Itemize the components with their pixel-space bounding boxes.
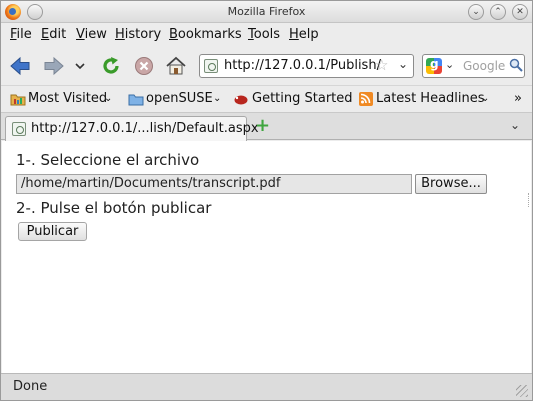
- search-icon[interactable]: [509, 58, 523, 72]
- opensuse-folder-icon: [128, 94, 144, 106]
- publish-button[interactable]: Publicar: [18, 222, 87, 241]
- url-bar[interactable]: http://127.0.0.1/Publish/ ☆ ⌄: [199, 54, 414, 78]
- close-window-button[interactable]: ✕: [512, 4, 528, 20]
- page-content: 1-. Seleccione el archivo /home/martin/D…: [2, 141, 531, 373]
- resize-grip-icon[interactable]: [516, 385, 528, 397]
- title-bar: Mozilla Firefox ⌄ ⌃ ✕: [1, 1, 532, 23]
- new-tab-plus-icon[interactable]: +: [255, 117, 270, 135]
- browser-window: Mozilla Firefox ⌄ ⌃ ✕ File Edit View His…: [0, 0, 533, 401]
- bookmark-star-icon[interactable]: ☆: [375, 56, 388, 74]
- url-text[interactable]: http://127.0.0.1/Publish/: [224, 58, 381, 73]
- menu-file[interactable]: File: [10, 27, 32, 42]
- back-arrow-icon[interactable]: [9, 55, 31, 77]
- search-bar[interactable]: ⌄ Google: [422, 54, 525, 78]
- search-engine-dropdown-icon[interactable]: ⌄: [445, 58, 454, 71]
- bookmarks-overflow-button[interactable]: »: [514, 91, 522, 106]
- tab-bar: http://127.0.0.1/...lish/Default.aspx + …: [1, 112, 532, 141]
- bookmarks-toolbar: Most Visited ⌄ openSUSE ⌄ Getting Starte…: [1, 85, 532, 111]
- reload-icon[interactable]: [100, 55, 122, 77]
- most-visited-folder-icon: [10, 94, 26, 106]
- maximize-button[interactable]: ⌃: [490, 4, 506, 20]
- status-text: Done: [13, 379, 48, 394]
- stop-icon[interactable]: [133, 55, 155, 77]
- minimize-button[interactable]: ⌄: [468, 4, 484, 20]
- menu-edit[interactable]: Edit: [41, 27, 66, 42]
- menu-bookmarks[interactable]: Bookmarks: [169, 27, 242, 42]
- history-dropdown-icon[interactable]: [73, 55, 87, 77]
- opensuse-dropdown-icon[interactable]: ⌄: [213, 93, 221, 104]
- tab-list-dropdown-icon[interactable]: ⌄: [510, 118, 520, 132]
- tab-favicon-icon: [12, 122, 26, 136]
- navigation-toolbar: http://127.0.0.1/Publish/ ☆ ⌄ ⌄ Google: [1, 47, 532, 83]
- most-visited-dropdown-icon[interactable]: ⌄: [104, 93, 112, 104]
- bookmark-getting-started[interactable]: Getting Started: [252, 91, 353, 106]
- rss-feed-icon: [359, 92, 373, 106]
- tab-default-aspx[interactable]: http://127.0.0.1/...lish/Default.aspx: [5, 116, 259, 141]
- latest-headlines-dropdown-icon[interactable]: ⌄: [481, 93, 489, 104]
- step1-label: 1-. Seleccione el archivo: [16, 151, 200, 169]
- step2-label: 2-. Pulse el botón publicar: [16, 199, 212, 217]
- home-icon[interactable]: [165, 55, 187, 77]
- bookmark-opensuse[interactable]: openSUSE: [146, 91, 213, 106]
- window-title: Mozilla Firefox: [227, 5, 306, 18]
- menu-view[interactable]: View: [76, 27, 107, 42]
- menu-bar: File Edit View History Bookmarks Tools H…: [1, 24, 532, 46]
- site-identity-icon[interactable]: [204, 59, 218, 73]
- url-dropdown-icon[interactable]: ⌄: [398, 57, 408, 71]
- scrollbar-grip[interactable]: [528, 193, 531, 207]
- chameleon-icon: [234, 95, 248, 105]
- tab-label: http://127.0.0.1/...lish/Default.aspx: [31, 121, 259, 136]
- status-bar: Done: [1, 373, 532, 400]
- search-input[interactable]: Google: [463, 59, 505, 73]
- bookmark-latest-headlines[interactable]: Latest Headlines: [376, 91, 485, 106]
- menu-tools[interactable]: Tools: [248, 27, 280, 42]
- browse-button[interactable]: Browse...: [415, 174, 487, 194]
- file-path-input[interactable]: /home/martin/Documents/transcript.pdf: [16, 174, 412, 194]
- menu-help[interactable]: Help: [289, 27, 319, 42]
- forward-arrow-icon[interactable]: [43, 55, 65, 77]
- google-engine-icon[interactable]: [426, 57, 442, 74]
- menu-history[interactable]: History: [115, 27, 161, 42]
- bookmark-most-visited[interactable]: Most Visited: [28, 91, 107, 106]
